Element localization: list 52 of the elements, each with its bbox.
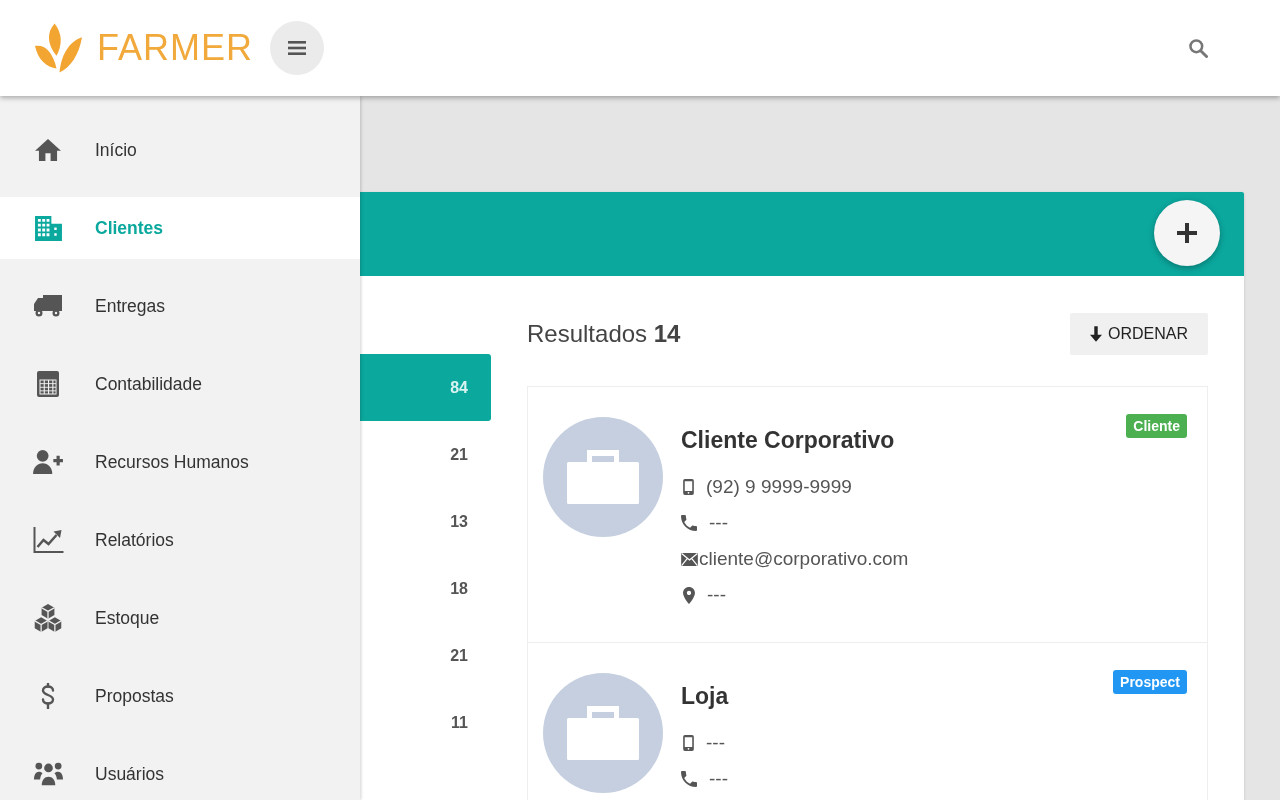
nav-item[interactable]: Recursos Humanos	[0, 431, 360, 493]
phone-icon	[681, 515, 697, 531]
email-address: cliente@corporativo.com	[699, 548, 909, 570]
menu-button[interactable]	[270, 21, 324, 75]
search-icon[interactable]	[1189, 38, 1208, 58]
nav-item[interactable]: Estoque	[0, 587, 360, 649]
category-count[interactable]: 11	[360, 689, 491, 756]
client-card[interactable]: Cliente Corporativo (92) 9 9999-9999 --- cliente@corporativo.com --- Cliente	[528, 387, 1207, 643]
brand-name: FARMER	[97, 30, 253, 66]
mobile-icon	[683, 735, 694, 751]
mobile-icon	[683, 479, 694, 495]
client-name: Loja	[681, 682, 730, 711]
envelope-icon	[681, 552, 698, 566]
arrow-down-icon	[1090, 326, 1102, 342]
category-count[interactable]: 18	[360, 555, 491, 622]
nav-item[interactable]: Propostas	[0, 665, 360, 727]
client-card[interactable]: Loja --- --- Prospect	[528, 643, 1207, 800]
mobile-number: ---	[706, 732, 725, 754]
client-type-tag: Prospect	[1113, 670, 1187, 694]
phone-icon	[681, 771, 697, 787]
sort-button[interactable]: ORDENAR	[1070, 313, 1208, 355]
cubes-icon	[33, 604, 63, 632]
dollar-icon	[41, 683, 55, 709]
plus-icon	[1177, 223, 1197, 243]
client-type-tag: Cliente	[1126, 414, 1187, 438]
address-text: ---	[707, 584, 726, 606]
category-count[interactable]: 21	[360, 622, 491, 689]
truck-icon	[34, 295, 62, 317]
user-plus-icon	[33, 450, 63, 474]
calculator-icon	[37, 371, 59, 397]
briefcase-avatar-icon	[543, 673, 663, 793]
leaves-logo-icon	[35, 22, 82, 74]
add-button[interactable]	[1154, 200, 1220, 266]
category-count[interactable]: 21	[360, 421, 491, 488]
nav-item[interactable]: Relatórios	[0, 509, 360, 571]
menu-icon	[288, 41, 306, 55]
category-count[interactable]: 13	[360, 488, 491, 555]
nav-item[interactable]: Usuários	[0, 743, 360, 800]
phone-number: ---	[709, 512, 728, 534]
results-heading: Resultados 14	[527, 320, 681, 348]
line-chart-icon	[32, 527, 64, 553]
nav-item[interactable]: Início	[0, 119, 360, 181]
nav-item[interactable]: Contabilidade	[0, 353, 360, 415]
users-icon	[33, 762, 63, 786]
location-pin-icon	[683, 586, 695, 604]
home-icon	[35, 139, 61, 161]
client-name: Cliente Corporativo	[681, 426, 896, 455]
mobile-number: (92) 9 9999-9999	[706, 476, 852, 498]
briefcase-avatar-icon	[543, 417, 663, 537]
phone-number: ---	[709, 768, 728, 790]
nav-item[interactable]: Entregas	[0, 275, 360, 337]
building-icon	[34, 215, 62, 241]
